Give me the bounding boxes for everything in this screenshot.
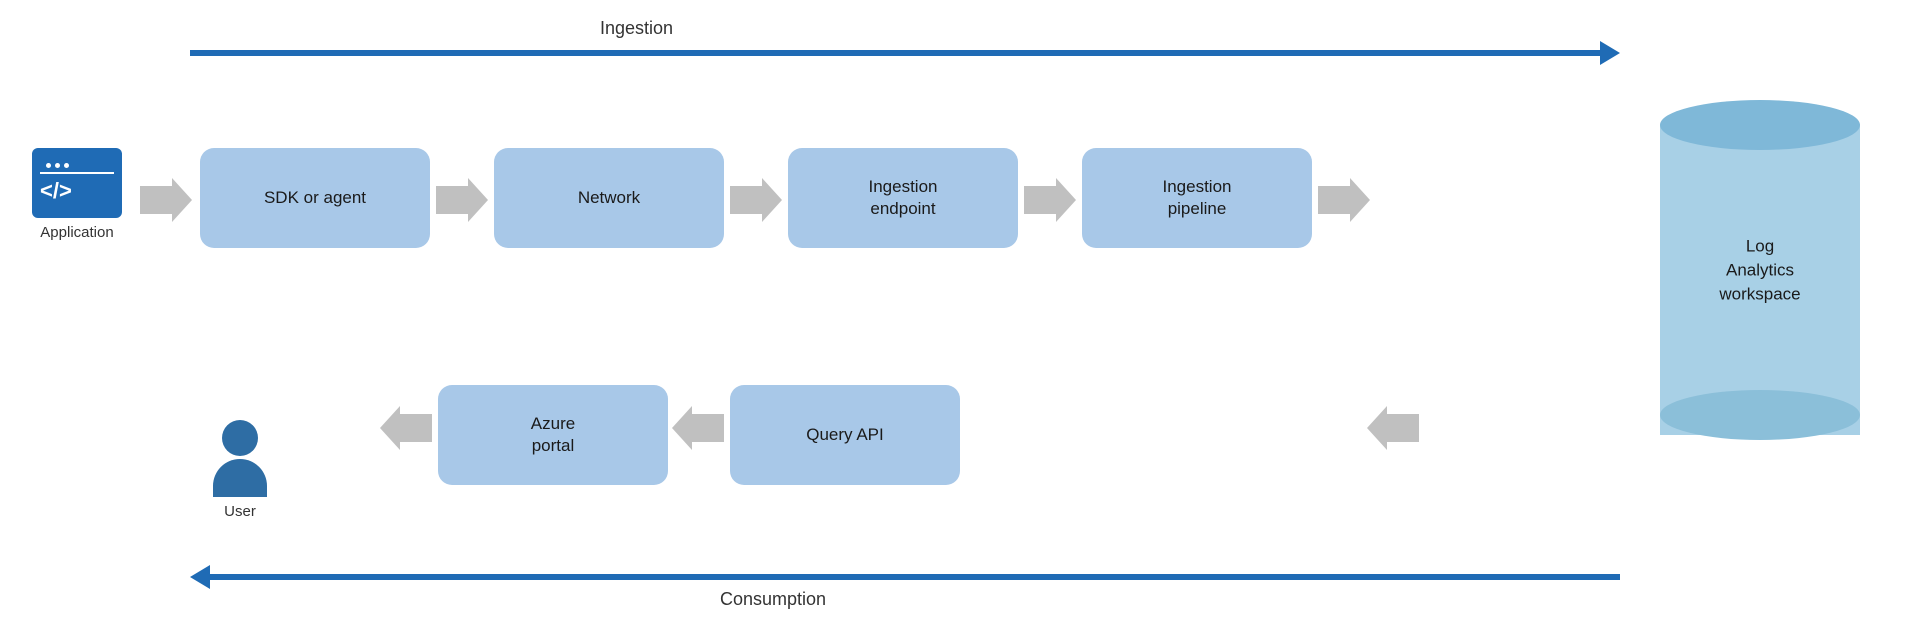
consumption-arrow-head	[190, 565, 210, 589]
user-body	[213, 459, 267, 497]
ingestion-pipeline-box: Ingestion pipeline	[1082, 148, 1312, 248]
arrow-endpoint-pipeline	[1024, 178, 1076, 227]
log-analytics-cylinder: Log Analyticsworkspace	[1660, 100, 1860, 440]
azure-portal-box: Azure portal	[438, 385, 668, 485]
user-head	[222, 420, 258, 456]
sdk-agent-box: SDK or agent	[200, 148, 430, 248]
log-analytics-label: Log Analyticsworkspace	[1710, 234, 1810, 305]
log-analytics-cylinder-container: Log Analyticsworkspace	[1660, 100, 1860, 440]
user-figure	[195, 420, 285, 497]
consumption-arrow	[190, 568, 1620, 586]
ingestion-arrow-line	[190, 50, 1600, 56]
arrow-sdk-network	[436, 178, 488, 227]
application-icon-box: </> Application	[22, 148, 132, 241]
arrow-cylinder-queryapi	[1367, 406, 1419, 455]
cylinder-top	[1660, 100, 1860, 150]
consumption-label: Consumption	[720, 589, 826, 610]
consumption-arrow-line	[210, 574, 1620, 580]
user-icon-box: User	[195, 420, 285, 520]
application-icon: </>	[32, 148, 122, 218]
user-label: User	[195, 503, 285, 520]
arrow-queryapi-portal	[672, 406, 724, 455]
arrow-portal-user	[380, 406, 432, 455]
query-api-box: Query API	[730, 385, 960, 485]
application-label: Application	[22, 224, 132, 241]
ingestion-endpoint-box: Ingestion endpoint	[788, 148, 1018, 248]
ingestion-arrow	[190, 44, 1620, 62]
arrow-pipeline-cylinder	[1318, 178, 1370, 227]
ingestion-label: Ingestion	[600, 18, 673, 39]
arrow-app-sdk	[140, 178, 192, 227]
ingestion-arrow-head	[1600, 41, 1620, 65]
diagram-container: Ingestion </> Application SDK or age	[0, 0, 1920, 640]
app-icon-text: </>	[40, 178, 72, 204]
arrow-network-endpoint	[730, 178, 782, 227]
cylinder-bottom-ellipse	[1660, 390, 1860, 440]
network-box: Network	[494, 148, 724, 248]
